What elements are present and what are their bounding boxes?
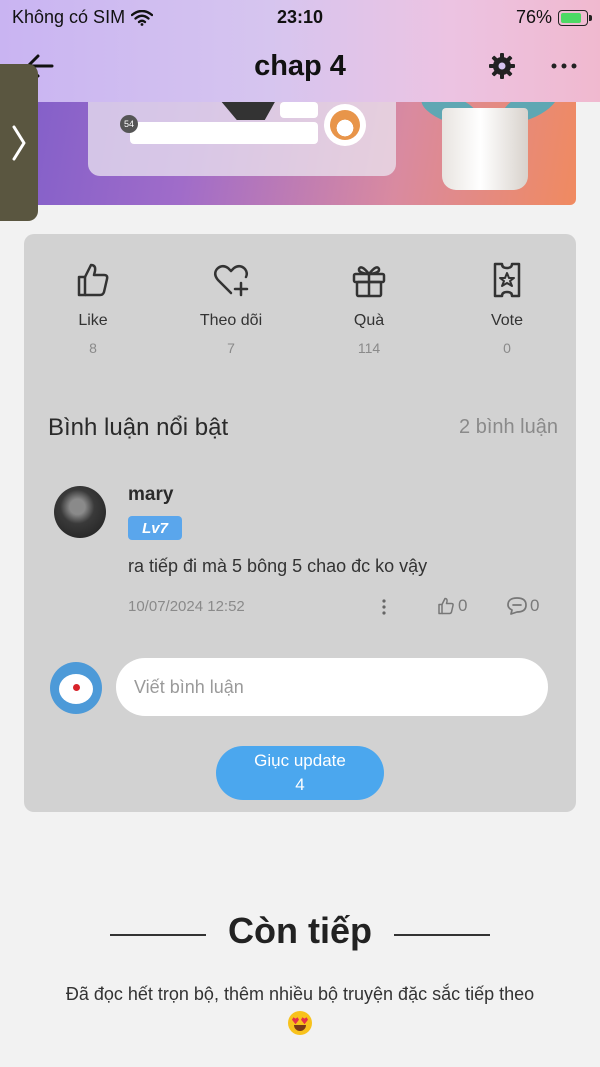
top-header: Không có SIM 23:10 76% chap 4 <box>0 0 600 102</box>
vote-label: Vote <box>490 312 524 329</box>
urge-update-label: Giục update <box>254 751 346 770</box>
comment-item: mary Lv7 ra tiếp đi mà 5 bông 5 chao đc … <box>54 484 554 615</box>
battery-percent: 76% <box>515 7 552 27</box>
gear-icon[interactable] <box>488 52 516 80</box>
heart-plus-icon <box>214 265 249 297</box>
comment-composer <box>50 658 550 718</box>
to-be-continued-title: Còn tiếp <box>228 910 372 951</box>
action-row: Like 8 Theo dõi 7 Quà 114 Vote 0 <box>24 260 576 370</box>
more-options-icon[interactable] <box>550 52 578 80</box>
banner-badge: 54 <box>120 115 138 133</box>
navigation-bar: chap 4 <box>0 40 600 96</box>
comments-header: Bình luận nổi bật 2 bình luận <box>48 414 558 444</box>
avatar[interactable] <box>54 486 106 538</box>
comment-date: 10/07/2024 12:52 <box>128 598 245 615</box>
description-text: Đã đọc hết trọn bộ, thêm nhiều bộ truyện… <box>65 984 535 1004</box>
comment-meta: 10/07/2024 12:52 0 0 <box>128 596 546 618</box>
avatar <box>50 662 102 714</box>
comments-count-link[interactable]: 2 bình luận <box>459 416 558 439</box>
heart-eyes-emoji-icon <box>288 1011 312 1036</box>
battery-info: 76% <box>515 7 592 28</box>
chapter-interaction-card: Like 8 Theo dõi 7 Quà 114 Vote 0 Bình lu… <box>24 234 576 812</box>
banner-shape <box>130 122 318 144</box>
to-be-continued-description: Đã đọc hết trọn bộ, thêm nhiều bộ truyện… <box>20 980 580 1036</box>
status-bar: Không có SIM 23:10 76% <box>0 0 600 34</box>
thumbs-up-icon <box>77 263 109 297</box>
urge-update-button[interactable]: Giục update 4 <box>216 746 384 800</box>
follow-count: 7 <box>227 340 235 356</box>
follow-action[interactable]: Theo dõi 7 <box>171 260 291 356</box>
comment-text: ra tiếp đi mà 5 bông 5 chao đc ko vậy <box>128 556 428 576</box>
chevron-right-icon <box>12 125 26 160</box>
follow-label: Theo dõi <box>199 312 263 329</box>
like-count: 8 <box>89 340 97 356</box>
comment-reply-button[interactable]: 0 <box>506 596 539 616</box>
banner-avatar <box>324 104 366 146</box>
gift-icon <box>352 266 386 298</box>
vote-action[interactable]: Vote 0 <box>447 260 567 356</box>
vertical-dots-icon[interactable] <box>378 596 390 618</box>
divider <box>394 934 490 936</box>
gift-count: 114 <box>357 340 381 356</box>
like-label: Like <box>78 312 108 329</box>
banner-shape <box>280 102 318 118</box>
level-badge: Lv7 <box>128 516 182 540</box>
like-action[interactable]: Like 8 <box>33 260 153 356</box>
comment-like-count: 0 <box>458 596 468 615</box>
ticket-star-icon <box>493 262 521 298</box>
thumbs-up-icon <box>438 597 454 615</box>
clock: 23:10 <box>276 7 324 27</box>
comments-title: Bình luận nổi bật <box>48 414 229 441</box>
side-drawer-tab[interactable] <box>0 64 38 221</box>
comment-username[interactable]: mary <box>128 484 173 506</box>
comment-input[interactable] <box>116 658 548 716</box>
comment-reply-count: 0 <box>530 596 540 615</box>
plant-pot <box>442 108 528 190</box>
vote-count: 0 <box>503 340 511 356</box>
chat-bubble-icon <box>507 597 527 615</box>
battery-icon <box>558 9 592 26</box>
comment-like-button[interactable]: 0 <box>436 596 467 616</box>
gift-action[interactable]: Quà 114 <box>309 260 429 356</box>
gift-label: Quà <box>353 312 385 329</box>
urge-update-count: 4 <box>295 775 305 794</box>
